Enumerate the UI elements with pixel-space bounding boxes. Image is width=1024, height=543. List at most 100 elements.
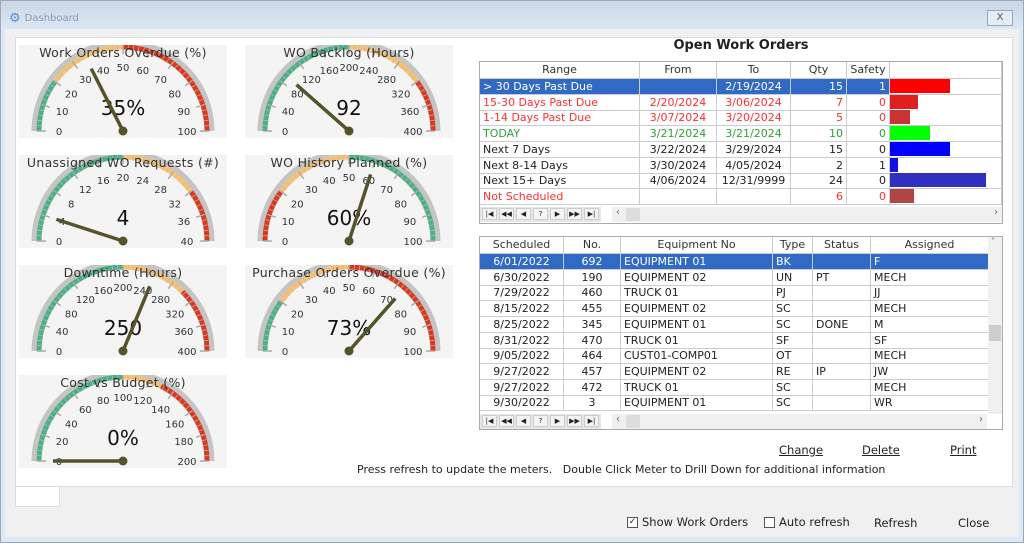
gauge-title: WO Backlog (Hours)	[283, 45, 415, 60]
gauge-value: 73%	[327, 316, 371, 340]
change-button[interactable]: Change	[779, 443, 823, 457]
table-row[interactable]: 15-30 Days Past Due 2/20/2024 3/06/2024 7 0	[480, 94, 1002, 111]
cell: 15	[791, 141, 847, 157]
cell: 3	[564, 395, 621, 411]
checkbox-icon[interactable]: ✓	[627, 516, 638, 528]
table-row[interactable]: 7/29/2022 460 TRUCK 01 PJ JJ	[480, 285, 989, 302]
cell: JJ	[871, 285, 989, 301]
qty-bar	[890, 126, 930, 141]
column-header: Scheduled	[480, 237, 564, 253]
table-row[interactable]: 9/05/2022 464 CUST01-COMP01 OT MECH	[480, 348, 989, 365]
gauge[interactable]: 010203040506070809010060%WO History Plan…	[245, 155, 453, 248]
table-row[interactable]: Next 7 Days 3/22/2024 3/29/2024 15 0	[480, 141, 1002, 158]
gauge[interactable]: 0 10 20 30 40 50 60 70 80 90 100 73% Purchase Orders…	[245, 265, 453, 358]
cell: 3/21/2024	[640, 126, 717, 142]
nav-button[interactable]: ?	[533, 415, 548, 427]
open-work-orders-grid[interactable]: Range From To Qty Safety > 30 Days Past Due 2/…	[479, 61, 1003, 224]
table-row[interactable]: 8/15/2022 455 EQUIPMENT 02 SC MECH	[480, 301, 989, 318]
cell: 1-14 Days Past Due	[480, 110, 640, 126]
nav-button[interactable]: ◀◀	[499, 415, 514, 427]
table-row[interactable]: 9/30/2022 3 EQUIPMENT 01 SC WR	[480, 395, 989, 412]
table-row[interactable]: 8/31/2022 470 TRUCK 01 SF SF	[480, 332, 989, 349]
bar-cell	[890, 126, 1002, 142]
nav-button[interactable]: ▶	[550, 208, 565, 220]
gauge[interactable]: 04812162024283236404Unassigned WO Reques…	[19, 155, 227, 248]
cell: CUST01-COMP01	[621, 348, 773, 364]
nav-button[interactable]: |◀	[482, 415, 497, 427]
grid-header[interactable]: Scheduled No. Equipment No Type Status Assign…	[480, 237, 989, 254]
qty-bar	[890, 94, 918, 109]
nav-button[interactable]: |◀	[482, 208, 497, 220]
gauge-tick-label: 50	[343, 283, 356, 294]
cell: 0	[847, 188, 890, 204]
table-row[interactable]: Not Scheduled 6 0	[480, 188, 1002, 205]
grid-header[interactable]: Range From To Qty Safety	[480, 62, 1002, 79]
nav-button[interactable]: ?	[533, 208, 548, 220]
table-row[interactable]: Next 8-14 Days 3/30/2024 4/05/2024 2 1	[480, 157, 1002, 174]
gauge-value: 60%	[327, 206, 371, 230]
nav-button[interactable]: ▶|	[584, 208, 599, 220]
print-button[interactable]: Print	[950, 443, 976, 457]
cell: 2/20/2024	[640, 94, 717, 110]
table-row[interactable]: 6/01/2022 692 EQUIPMENT 01 BK F	[480, 254, 989, 270]
close-button[interactable]: Close	[958, 516, 989, 530]
hint-text: Press refresh to update the meters. Doub…	[357, 463, 886, 476]
table-row[interactable]: > 30 Days Past Due 2/19/2024 15 1	[480, 79, 1002, 95]
gauge-tick-label: 100	[113, 393, 132, 404]
cell: 3/06/2024	[717, 94, 791, 110]
gauge-hub	[344, 236, 354, 246]
nav-button[interactable]: ◀	[516, 208, 531, 220]
table-row[interactable]: 1-14 Days Past Due 3/07/2024 3/20/2024 5 0	[480, 110, 1002, 127]
gauge-tick-label: 180	[174, 437, 193, 448]
cell: 7	[791, 94, 847, 110]
horizontal-scrollbar[interactable]: ‹ ›	[612, 414, 987, 429]
gauge[interactable]: 0 10 20 30 40 50 60 70 80 90 100 35% Work Orders Ove…	[19, 45, 227, 138]
refresh-button[interactable]: Refresh	[874, 516, 917, 530]
qty-bar	[890, 141, 950, 156]
gauge[interactable]: 0204060801001201401601802000%Cost vs Bud…	[19, 375, 227, 468]
column-header: Equipment No	[621, 237, 773, 253]
show-work-orders-label: Show Work Orders	[642, 515, 749, 529]
nav-button[interactable]: ▶|	[584, 415, 599, 427]
show-work-orders-checkbox[interactable]: ✓ Show Work Orders	[627, 515, 748, 529]
gauge-tick-label: 320	[391, 89, 410, 100]
record-navigator: |◀ ◀◀ ◀? ▶ ▶▶ ▶|	[480, 414, 601, 429]
horizontal-scrollbar[interactable]: ‹ ›	[612, 207, 1002, 222]
cell	[813, 332, 871, 348]
auto-refresh-checkbox[interactable]: Auto refresh	[764, 515, 850, 529]
cell	[640, 188, 717, 204]
gauge-tick-label: 280	[377, 75, 396, 86]
gauge-tick-label: 90	[404, 327, 417, 338]
bar-cell	[890, 79, 1002, 94]
vertical-scrollbar[interactable]: ˄	[988, 237, 1002, 414]
cell: IP	[813, 363, 871, 379]
nav-button[interactable]: ◀	[516, 415, 531, 427]
gauge-tick-label: 40	[56, 327, 69, 338]
cell: 692	[564, 254, 621, 269]
cell: OT	[773, 348, 813, 364]
record-navigator: |◀ ◀◀ ◀? ▶ ▶▶ ▶|	[480, 207, 601, 222]
table-row[interactable]: Next 15+ Days 4/06/2024 12/31/9999 24 0	[480, 173, 1002, 190]
table-row[interactable]: 9/27/2022 457 EQUIPMENT 02 RE IP JW	[480, 363, 989, 380]
gauge[interactable]: 0 40 80 120 160 200 240 280 320 360 400 250 Downtime…	[19, 265, 227, 358]
nav-button[interactable]: ▶▶	[567, 415, 582, 427]
table-row[interactable]: TODAY 3/21/2024 3/21/2024 10 0	[480, 126, 1002, 143]
table-row[interactable]: 8/25/2022 345 EQUIPMENT 01 SC DONE M	[480, 316, 989, 333]
gauge-tick-label: 8	[68, 199, 74, 210]
cell: 1	[847, 157, 890, 173]
nav-button[interactable]: ▶	[550, 415, 565, 427]
close-window-button[interactable]: X	[987, 10, 1013, 26]
gauge-tick-label: 20	[117, 173, 130, 184]
cell	[813, 254, 871, 269]
cell: 9/30/2022	[480, 395, 564, 411]
cell: SC	[773, 316, 813, 332]
tab-stub[interactable]	[15, 487, 60, 507]
table-row[interactable]: 6/30/2022 190 EQUIPMENT 02 UN PT MECH	[480, 269, 989, 286]
nav-button[interactable]: ▶▶	[567, 208, 582, 220]
gauge[interactable]: 0 40 80 120 160 200 240 280 320 360 400 92 WO Backlo…	[245, 45, 453, 138]
delete-button[interactable]: Delete	[862, 443, 900, 457]
checkbox-icon[interactable]	[764, 516, 775, 528]
table-row[interactable]: 9/27/2022 472 TRUCK 01 SC MECH	[480, 379, 989, 396]
work-order-list-grid[interactable]: Scheduled No. Equipment No Type Status Assign…	[479, 236, 1003, 430]
nav-button[interactable]: ◀◀	[499, 208, 514, 220]
